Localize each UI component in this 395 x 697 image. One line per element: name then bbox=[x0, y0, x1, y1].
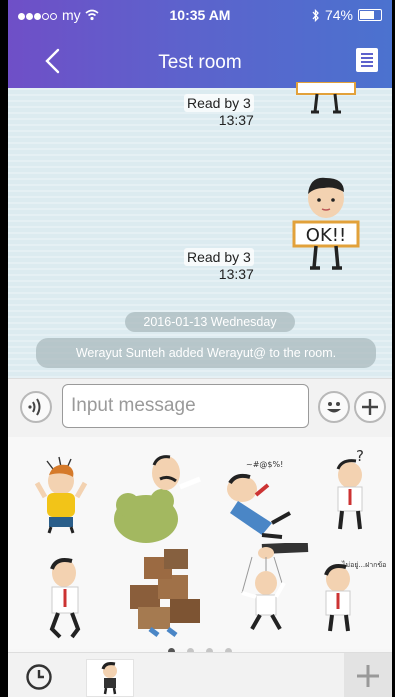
sticker-panel: ~#@$%! ? ไม่อยู่...ฝากข้อ bbox=[8, 437, 392, 649]
falling-man-sticker[interactable]: ~#@$%! bbox=[216, 455, 302, 541]
top-bar: my 10:35 AM 74% Test room bbox=[8, 0, 392, 88]
room-title: Test room bbox=[158, 52, 242, 73]
ok-sign-man-sticker[interactable]: OK!! bbox=[286, 176, 366, 276]
sticker-pack-tab[interactable] bbox=[86, 659, 134, 697]
phone-screen: my 10:35 AM 74% Test room Read by 3 13:3… bbox=[8, 0, 392, 697]
message-meta: Read by 3 13:37 bbox=[184, 248, 254, 282]
recent-clock-icon[interactable] bbox=[25, 663, 53, 691]
sticker-pack-icon bbox=[101, 662, 117, 695]
chat-area[interactable]: Read by 3 13:37 Read by 3 13:37 OK!! 201… bbox=[8, 82, 392, 378]
phone-man-sticker[interactable]: ไม่อยู่...ฝากข้อความ bbox=[320, 549, 386, 637]
frustrated-man-sticker[interactable] bbox=[33, 453, 93, 535]
message-time: 13:37 bbox=[218, 112, 254, 128]
ok-sign-man-sticker[interactable] bbox=[291, 82, 363, 126]
attach-plus-button[interactable] bbox=[354, 391, 386, 423]
sticker-tabs-bar bbox=[8, 652, 392, 697]
date-divider: 2016-01-13 Wednesday bbox=[125, 312, 295, 332]
system-notice: Werayut Sunteh added Werayut@ to the roo… bbox=[36, 338, 376, 368]
message-input-bar: Input message bbox=[8, 378, 392, 437]
message-input[interactable]: Input message bbox=[62, 384, 309, 428]
sticker-caption: ไม่อยู่...ฝากข้อความ bbox=[341, 560, 386, 569]
plus-icon bbox=[357, 665, 379, 687]
plus-icon bbox=[362, 399, 378, 415]
sound-waves-icon bbox=[28, 398, 41, 416]
sticker-caption: ~#@$%! bbox=[246, 460, 283, 469]
read-receipt: Read by 3 bbox=[184, 94, 254, 112]
angry-boss-bush-sticker[interactable] bbox=[110, 451, 204, 543]
sticker-sign-text: OK!! bbox=[306, 225, 346, 246]
menu-list-icon[interactable] bbox=[356, 48, 378, 72]
battery-percent: 74% bbox=[324, 7, 353, 23]
bluetooth-icon bbox=[312, 8, 319, 22]
battery-area: 74% bbox=[312, 7, 382, 23]
emoji-button[interactable] bbox=[318, 391, 350, 423]
boxes-pile-sticker[interactable] bbox=[120, 545, 208, 637]
voice-button[interactable] bbox=[20, 391, 52, 423]
read-receipt: Read by 3 bbox=[184, 248, 254, 266]
puppet-man-sticker[interactable] bbox=[222, 543, 314, 635]
status-bar: my 10:35 AM 74% bbox=[8, 6, 392, 26]
message-meta: Read by 3 13:37 bbox=[184, 94, 254, 128]
confused-man-sticker[interactable]: ? bbox=[326, 447, 378, 537]
message-time: 13:37 bbox=[218, 266, 254, 282]
battery-icon bbox=[358, 9, 382, 21]
smiley-icon bbox=[327, 402, 341, 413]
add-sticker-button[interactable] bbox=[344, 653, 392, 697]
nervous-man-sticker[interactable] bbox=[42, 555, 90, 641]
sticker-caption: ? bbox=[356, 447, 364, 465]
